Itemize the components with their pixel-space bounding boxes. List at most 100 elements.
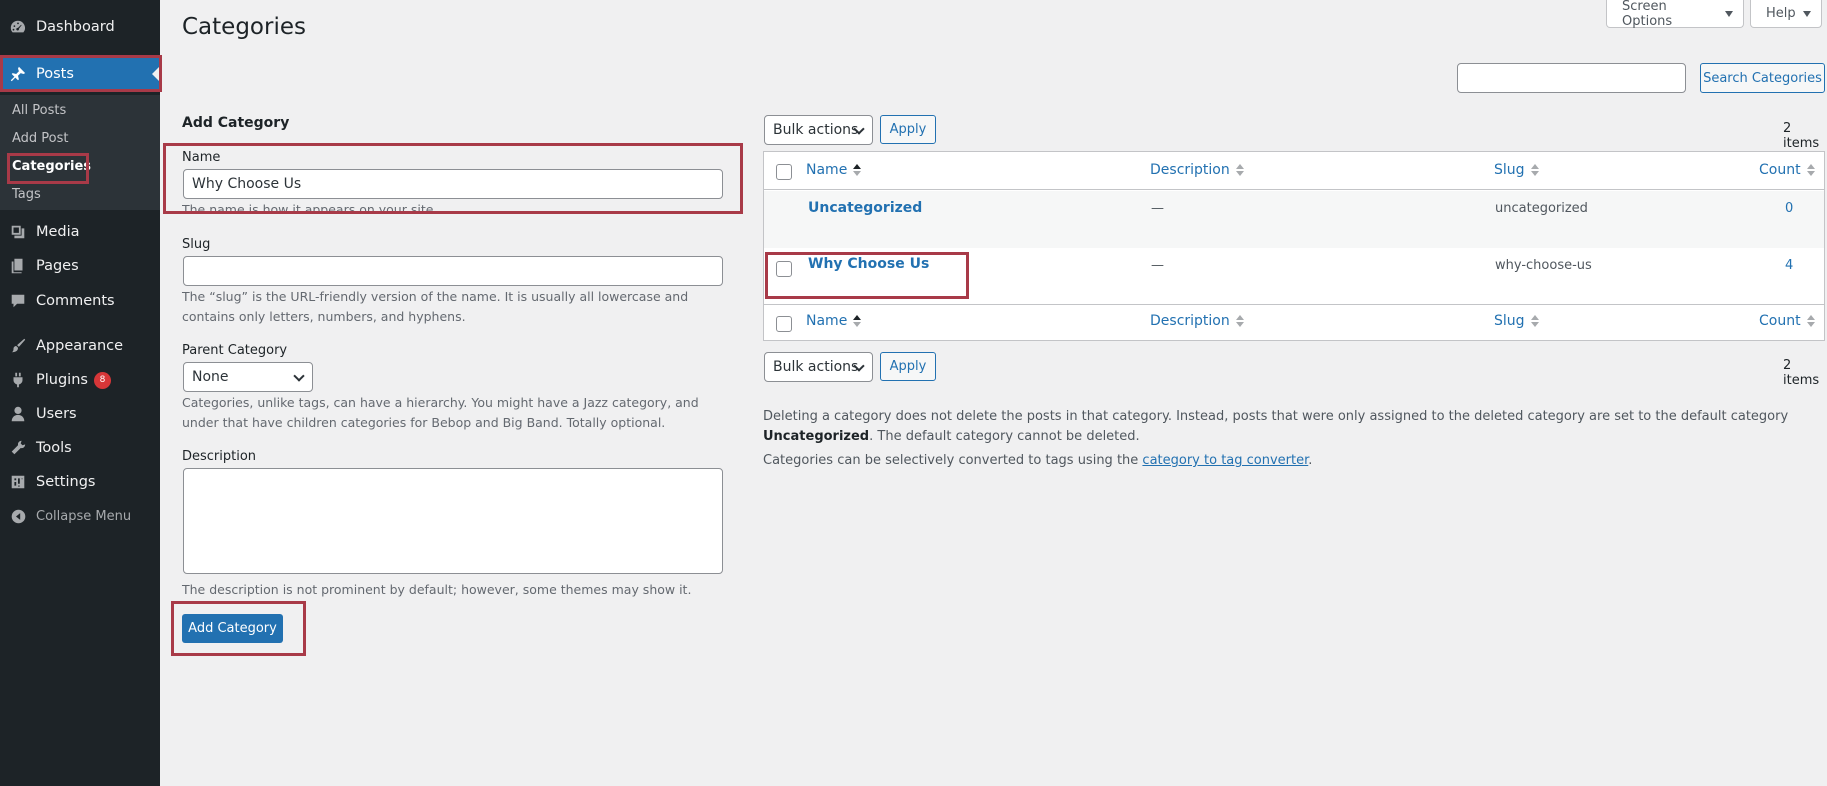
- admin-sidebar: Dashboard Posts All Posts Add Post Categ…: [0, 0, 162, 786]
- column-count[interactable]: Count: [1759, 162, 1815, 178]
- screen-options-label: Screen Options: [1622, 0, 1673, 29]
- column-name-bottom[interactable]: Name: [806, 313, 862, 329]
- screen-options-button[interactable]: Screen Options: [1606, 0, 1744, 29]
- submenu-tags[interactable]: Tags: [12, 187, 41, 202]
- sidebar-item-plugins[interactable]: Plugins 8: [0, 363, 160, 397]
- sort-icon: [853, 315, 862, 327]
- sidebar-item-label: Pages: [36, 258, 79, 274]
- collapse-menu-button[interactable]: Collapse Menu: [0, 499, 160, 533]
- select-all-checkbox[interactable]: [776, 164, 792, 180]
- table-row: Uncategorized — uncategorized 0: [764, 191, 1824, 248]
- chevron-down-icon: [293, 370, 305, 382]
- name-label: Name: [182, 150, 221, 165]
- column-slug-label: Slug: [1494, 162, 1525, 178]
- sort-icon: [853, 164, 862, 176]
- column-count-label: Count: [1759, 313, 1801, 329]
- sidebar-item-label: Comments: [36, 293, 115, 309]
- sidebar-item-label: Posts: [36, 65, 74, 82]
- note-text: Categories can be selectively converted …: [763, 453, 1143, 468]
- parent-category-label: Parent Category: [182, 343, 288, 358]
- caret-down-icon: [1802, 10, 1811, 17]
- parent-category-value: None: [192, 369, 229, 385]
- row-checkbox[interactable]: [776, 261, 792, 277]
- sidebar-item-comments[interactable]: Comments: [0, 284, 160, 318]
- column-name-label: Name: [806, 313, 848, 329]
- column-count-bottom[interactable]: Count: [1759, 313, 1815, 329]
- search-categories-input[interactable]: [1457, 63, 1686, 93]
- sidebar-item-media[interactable]: Media: [0, 215, 160, 249]
- term-count-link[interactable]: 0: [1785, 201, 1793, 216]
- sidebar-item-dashboard[interactable]: Dashboard: [0, 10, 160, 44]
- column-description-label: Description: [1150, 313, 1230, 329]
- items-count-bottom: 2 items: [1783, 358, 1820, 388]
- table-header: Name Description Slug Count: [764, 152, 1824, 190]
- sidebar-item-pages[interactable]: Pages: [0, 249, 160, 283]
- category-slug-input[interactable]: [183, 256, 723, 286]
- name-help-text: The name is how it appears on your site.: [182, 202, 438, 214]
- submenu-all-posts[interactable]: All Posts: [12, 103, 66, 118]
- category-name-input[interactable]: Why Choose Us: [183, 169, 723, 199]
- note-text: . The default category cannot be deleted…: [869, 429, 1140, 444]
- table-row: Why Choose Us — why-choose-us 4: [764, 248, 1824, 305]
- caret-down-icon: [1725, 10, 1733, 17]
- column-slug-bottom[interactable]: Slug: [1494, 313, 1539, 329]
- posts-submenu: All Posts Add Post Categories Tags: [0, 95, 160, 210]
- sort-icon: [1530, 164, 1539, 176]
- term-description: —: [1151, 201, 1164, 216]
- category-description-textarea[interactable]: [183, 468, 723, 574]
- sidebar-item-tools[interactable]: Tools: [0, 431, 160, 465]
- sidebar-item-posts[interactable]: Posts: [0, 56, 160, 91]
- category-to-tag-converter-link[interactable]: category to tag converter: [1142, 453, 1308, 468]
- term-slug: why-choose-us: [1495, 258, 1592, 273]
- term-name-link[interactable]: Why Choose Us: [808, 256, 929, 272]
- plugin-update-badge: 8: [93, 371, 111, 389]
- user-icon: [0, 405, 36, 423]
- sidebar-item-label: Media: [36, 224, 80, 240]
- sidebar-item-label: Settings: [36, 474, 96, 490]
- table-footer: Name Description Slug Count: [764, 304, 1824, 341]
- submenu-add-post[interactable]: Add Post: [12, 131, 69, 146]
- items-count-top: 2 items: [1783, 121, 1820, 151]
- parent-category-select[interactable]: None: [183, 362, 313, 392]
- bulk-actions-value: Bulk actions: [773, 359, 859, 375]
- sort-icon: [1530, 315, 1539, 327]
- description-label: Description: [182, 449, 257, 464]
- bulk-actions-select-bottom[interactable]: Bulk actions: [764, 352, 873, 382]
- sidebar-item-appearance[interactable]: Appearance: [0, 329, 160, 363]
- column-slug[interactable]: Slug: [1494, 162, 1539, 178]
- term-name-link[interactable]: Uncategorized: [808, 200, 922, 216]
- settings-icon: [0, 473, 36, 491]
- column-count-label: Count: [1759, 162, 1801, 178]
- converter-note: Categories can be selectively converted …: [763, 451, 1823, 471]
- collapse-menu-label: Collapse Menu: [36, 508, 132, 524]
- apply-button-bottom[interactable]: Apply: [880, 352, 936, 381]
- column-description[interactable]: Description: [1150, 162, 1244, 178]
- search-categories-button[interactable]: Search Categories: [1700, 63, 1825, 93]
- description-help-text: The description is not prominent by defa…: [182, 582, 692, 597]
- term-count-link[interactable]: 4: [1785, 258, 1793, 273]
- dashboard-icon: [0, 18, 36, 36]
- sort-icon: [1806, 315, 1815, 327]
- apply-button-top[interactable]: Apply: [880, 115, 936, 144]
- help-button[interactable]: Help: [1750, 0, 1822, 28]
- select-all-checkbox-bottom[interactable]: [776, 316, 792, 332]
- bulk-actions-select-top[interactable]: Bulk actions: [764, 115, 873, 145]
- column-name[interactable]: Name: [806, 162, 862, 178]
- sidebar-item-label: Appearance: [36, 338, 124, 354]
- column-description-label: Description: [1150, 162, 1230, 178]
- brush-icon: [0, 337, 36, 355]
- note-text: .: [1308, 453, 1313, 468]
- sidebar-item-settings[interactable]: Settings: [0, 465, 160, 499]
- sidebar-item-label: Dashboard: [36, 19, 115, 35]
- slug-label: Slug: [182, 237, 211, 252]
- add-category-button[interactable]: Add Category: [182, 614, 283, 643]
- submenu-categories[interactable]: Categories: [12, 159, 91, 174]
- column-description-bottom[interactable]: Description: [1150, 313, 1244, 329]
- column-slug-label: Slug: [1494, 313, 1525, 329]
- sidebar-item-users[interactable]: Users: [0, 397, 160, 431]
- plugin-icon: [0, 371, 36, 389]
- media-icon: [0, 223, 36, 241]
- category-name-value: Why Choose Us: [192, 176, 302, 192]
- sidebar-item-label: Users: [36, 406, 77, 422]
- comment-icon: [0, 292, 36, 310]
